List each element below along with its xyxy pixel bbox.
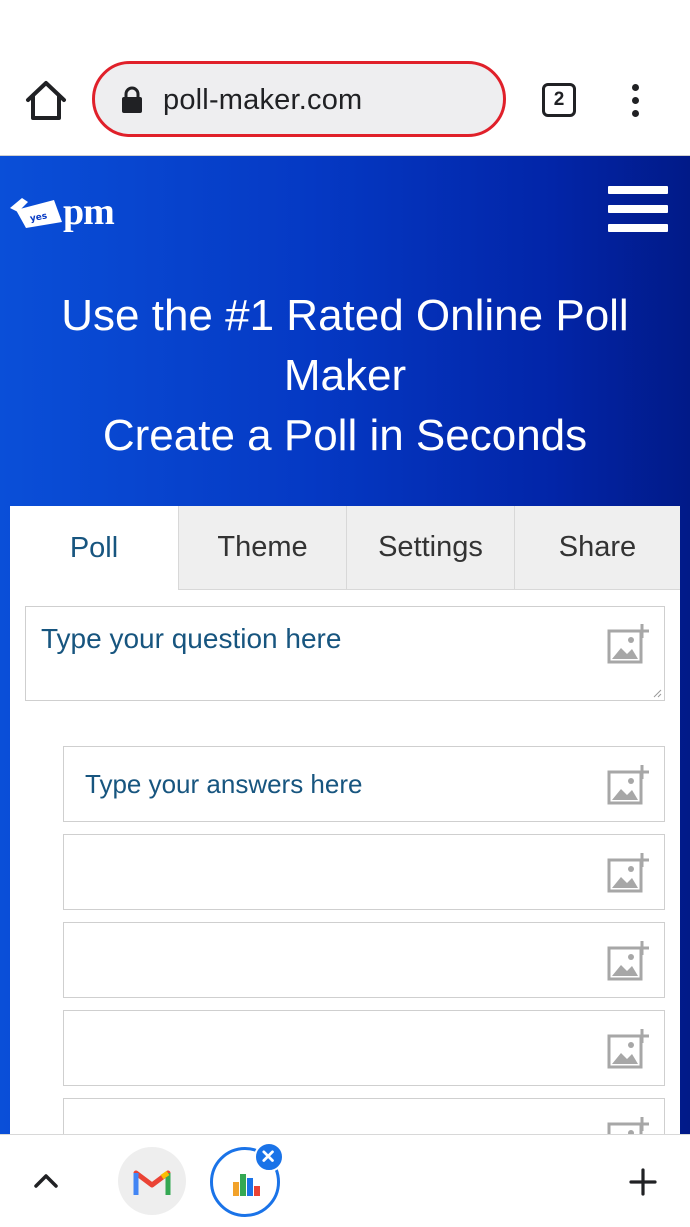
page-headline: Use the #1 Rated Online Poll Maker Creat… xyxy=(20,286,670,466)
poll-editor-card: Poll Theme Settings Share Type your ques… xyxy=(10,506,680,1134)
headline-line-1: Use the #1 Rated Online Poll xyxy=(61,291,629,340)
add-image-icon[interactable] xyxy=(606,1116,650,1134)
add-image-icon[interactable] xyxy=(606,623,650,665)
add-image-icon[interactable] xyxy=(606,940,650,982)
lock-icon xyxy=(122,86,142,113)
headline-line-3: Create a Poll in Seconds xyxy=(102,411,588,460)
resize-grip-icon[interactable] xyxy=(652,688,662,698)
close-icon[interactable] xyxy=(254,1142,284,1172)
headline-line-2: Maker xyxy=(283,351,407,400)
editor-tabs: Poll Theme Settings Share xyxy=(10,506,680,590)
browser-toolbar: poll-maker.com 2 xyxy=(0,0,690,156)
answer-input-1[interactable]: Type your answers here xyxy=(63,746,665,822)
answer-input-2[interactable] xyxy=(63,834,665,910)
answer-input-5[interactable] xyxy=(63,1098,665,1134)
url-text: poll-maker.com xyxy=(163,84,363,116)
add-image-icon[interactable] xyxy=(606,852,650,894)
add-image-icon[interactable] xyxy=(606,1028,650,1070)
tab-switcher-button[interactable]: 2 xyxy=(542,83,576,117)
tab-theme[interactable]: Theme xyxy=(178,506,346,590)
question-input[interactable]: Type your question here xyxy=(25,606,665,701)
tab-gmail[interactable] xyxy=(118,1147,186,1215)
add-image-icon[interactable] xyxy=(606,764,650,806)
answer-input-4[interactable] xyxy=(63,1010,665,1086)
chevron-up-icon[interactable] xyxy=(32,1169,60,1193)
poll-chart-icon xyxy=(233,1174,260,1196)
plus-icon[interactable] xyxy=(628,1167,658,1197)
address-bar[interactable]: poll-maker.com xyxy=(92,61,506,137)
more-vert-icon[interactable] xyxy=(626,82,646,120)
gmail-icon xyxy=(133,1170,171,1195)
logo-ballot-icon: yes xyxy=(10,198,62,228)
tab-settings[interactable]: Settings xyxy=(346,506,514,590)
tab-poll[interactable]: Poll xyxy=(10,506,178,590)
home-icon[interactable] xyxy=(22,78,70,122)
site-logo[interactable]: yes pm xyxy=(8,190,128,234)
page-content: yes pm Use the #1 Rated Online Poll Make… xyxy=(0,156,690,1134)
question-placeholder: Type your question here xyxy=(41,623,342,654)
answer-input-3[interactable] xyxy=(63,922,665,998)
answer-placeholder: Type your answers here xyxy=(85,769,363,799)
tab-share[interactable]: Share xyxy=(514,506,680,590)
logo-text: pm xyxy=(63,191,115,233)
hamburger-menu-icon[interactable] xyxy=(608,186,668,232)
tab-strip xyxy=(0,1134,690,1227)
